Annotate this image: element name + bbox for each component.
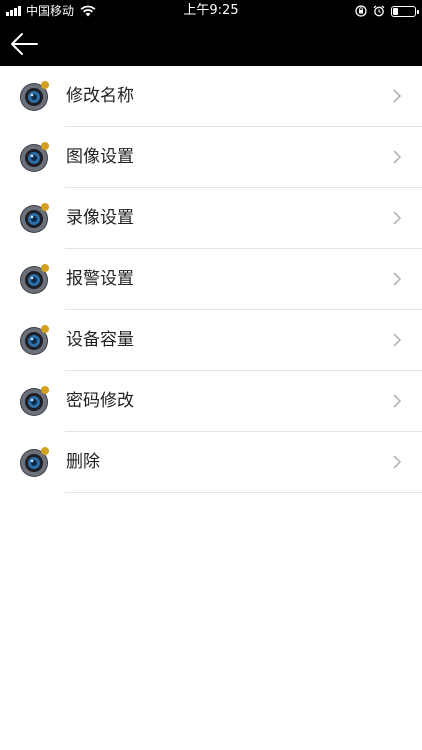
camera-icon — [20, 325, 49, 355]
menu-item-rename[interactable]: 修改名称 — [0, 66, 422, 127]
back-button[interactable] — [4, 24, 44, 64]
menu-item-label: 修改名称 — [66, 86, 134, 106]
divider — [65, 492, 422, 493]
menu-item-device-storage[interactable]: 设备容量 — [0, 310, 422, 371]
menu-item-label: 录像设置 — [66, 208, 134, 228]
menu-item-alarm-settings[interactable]: 报警设置 — [0, 249, 422, 310]
chevron-right-icon — [393, 333, 402, 347]
menu-item-change-password[interactable]: 密码修改 — [0, 371, 422, 432]
navigation-bar — [0, 22, 422, 66]
menu-item-image-settings[interactable]: 图像设置 — [0, 127, 422, 188]
status-right — [349, 3, 419, 19]
arrow-left-icon — [11, 33, 38, 55]
menu-item-label: 报警设置 — [66, 269, 134, 289]
chevron-right-icon — [393, 211, 402, 225]
alarm-clock-icon — [373, 5, 385, 17]
status-bar: 中国移动 上午9:25 — [0, 0, 422, 22]
menu-item-label: 密码修改 — [66, 391, 134, 411]
chevron-right-icon — [393, 394, 402, 408]
chevron-right-icon — [393, 455, 402, 469]
chevron-right-icon — [393, 272, 402, 286]
camera-icon — [20, 447, 49, 477]
menu-item-label: 删除 — [66, 452, 100, 472]
camera-icon — [20, 386, 49, 416]
settings-menu-list: 修改名称 图像设置 录像设置 报警设置 设备容量 密码修改 删除 — [0, 66, 422, 493]
camera-icon — [20, 203, 49, 233]
menu-item-label: 图像设置 — [66, 147, 134, 167]
menu-item-recording-settings[interactable]: 录像设置 — [0, 188, 422, 249]
camera-icon — [20, 142, 49, 172]
chevron-right-icon — [393, 89, 402, 103]
chevron-right-icon — [393, 150, 402, 164]
menu-item-delete[interactable]: 删除 — [0, 432, 422, 493]
camera-icon — [20, 81, 49, 111]
menu-item-label: 设备容量 — [66, 330, 134, 350]
orientation-lock-icon — [355, 5, 367, 17]
battery-icon — [391, 5, 419, 17]
camera-icon — [20, 264, 49, 294]
